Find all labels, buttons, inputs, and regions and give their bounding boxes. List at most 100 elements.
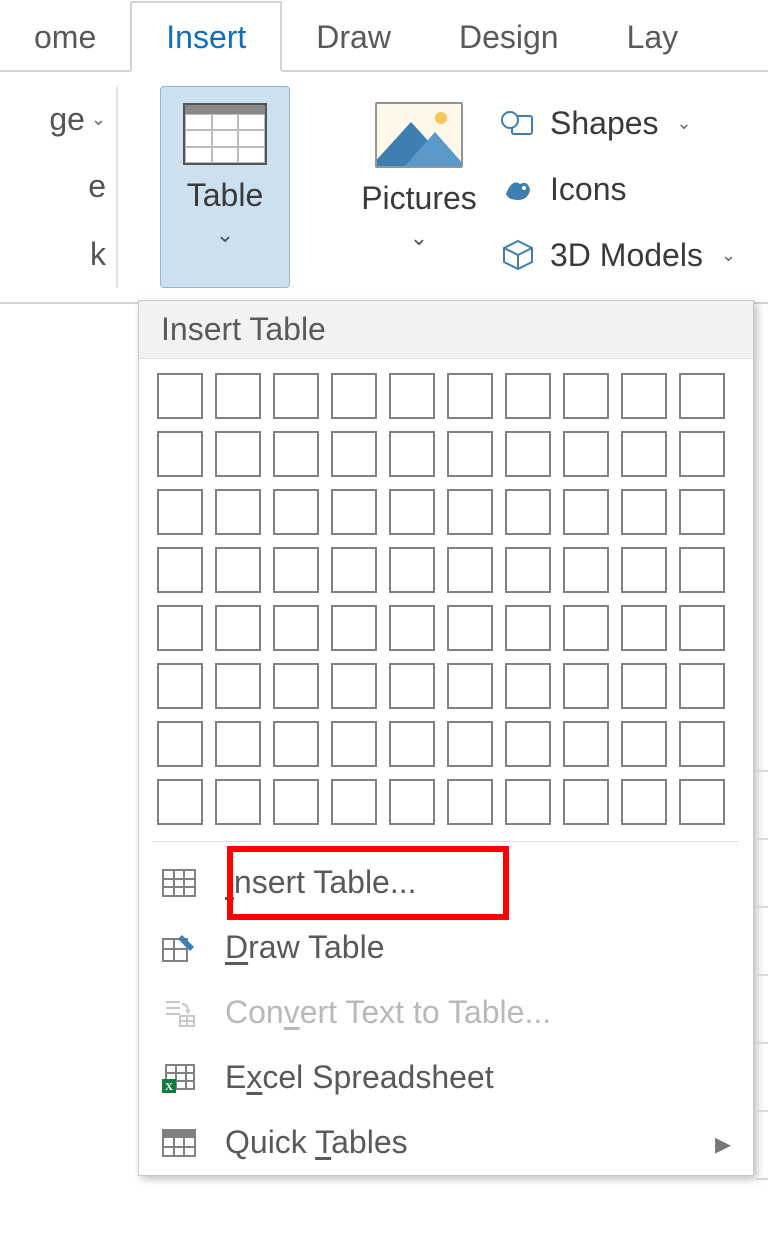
grid-cell[interactable] — [505, 489, 551, 535]
chevron-down-icon: ⌄ — [677, 113, 692, 134]
submenu-arrow-icon: ▸ — [715, 1124, 731, 1162]
grid-cell[interactable] — [505, 721, 551, 767]
tab-insert[interactable]: Insert — [130, 1, 282, 72]
grid-cell[interactable] — [563, 431, 609, 477]
grid-cell[interactable] — [505, 663, 551, 709]
grid-cell[interactable] — [447, 547, 493, 593]
grid-cell[interactable] — [157, 431, 203, 477]
grid-cell[interactable] — [679, 489, 725, 535]
grid-cell[interactable] — [563, 489, 609, 535]
grid-cell[interactable] — [447, 779, 493, 825]
grid-cell[interactable] — [563, 373, 609, 419]
grid-cell[interactable] — [157, 373, 203, 419]
menu-excel-spreadsheet[interactable]: X Excel Spreadsheet — [139, 1045, 753, 1110]
menu-insert-table[interactable]: Insert Table... — [139, 850, 753, 915]
grid-cell[interactable] — [273, 605, 319, 651]
grid-cell[interactable] — [621, 489, 667, 535]
grid-cell[interactable] — [621, 779, 667, 825]
table-size-grid[interactable] — [139, 359, 753, 837]
grid-cell[interactable] — [273, 663, 319, 709]
grid-cell[interactable] — [215, 779, 261, 825]
grid-cell[interactable] — [389, 663, 435, 709]
grid-cell[interactable] — [621, 431, 667, 477]
grid-cell[interactable] — [273, 431, 319, 477]
grid-cell[interactable] — [563, 779, 609, 825]
grid-cell[interactable] — [215, 431, 261, 477]
pages-text-2: e — [88, 168, 106, 205]
grid-cell[interactable] — [331, 779, 377, 825]
grid-cell[interactable] — [563, 721, 609, 767]
grid-cell[interactable] — [621, 721, 667, 767]
grid-cell[interactable] — [621, 605, 667, 651]
grid-cell[interactable] — [157, 605, 203, 651]
grid-cell[interactable] — [215, 663, 261, 709]
grid-cell[interactable] — [331, 547, 377, 593]
grid-cell[interactable] — [447, 431, 493, 477]
grid-cell[interactable] — [505, 605, 551, 651]
grid-cell[interactable] — [505, 431, 551, 477]
grid-cell[interactable] — [621, 373, 667, 419]
grid-cell[interactable] — [331, 431, 377, 477]
grid-cell[interactable] — [389, 721, 435, 767]
grid-cell[interactable] — [157, 547, 203, 593]
grid-cell[interactable] — [215, 605, 261, 651]
grid-cell[interactable] — [215, 489, 261, 535]
grid-cell[interactable] — [331, 373, 377, 419]
grid-cell[interactable] — [679, 721, 725, 767]
tab-home[interactable]: ome — [0, 3, 130, 70]
grid-cell[interactable] — [505, 779, 551, 825]
grid-cell[interactable] — [389, 779, 435, 825]
grid-cell[interactable] — [679, 779, 725, 825]
grid-cell[interactable] — [679, 373, 725, 419]
table-button[interactable]: Table ⌄ — [160, 86, 290, 288]
grid-cell[interactable] — [505, 547, 551, 593]
grid-cell[interactable] — [505, 373, 551, 419]
menu-quick-tables[interactable]: Quick Tables ▸ — [139, 1110, 753, 1175]
tab-draw[interactable]: Draw — [282, 3, 425, 70]
grid-cell[interactable] — [621, 663, 667, 709]
pictures-button[interactable]: Pictures ⌄ — [344, 86, 494, 288]
grid-cell[interactable] — [447, 489, 493, 535]
grid-cell[interactable] — [389, 373, 435, 419]
grid-cell[interactable] — [389, 605, 435, 651]
grid-cell[interactable] — [621, 547, 667, 593]
grid-cell[interactable] — [679, 663, 725, 709]
grid-cell[interactable] — [273, 373, 319, 419]
grid-cell[interactable] — [215, 547, 261, 593]
grid-cell[interactable] — [331, 663, 377, 709]
tab-layout[interactable]: Lay — [593, 3, 713, 70]
grid-cell[interactable] — [331, 489, 377, 535]
grid-cell[interactable] — [447, 373, 493, 419]
grid-cell[interactable] — [679, 431, 725, 477]
grid-cell[interactable] — [389, 489, 435, 535]
quick-tables-icon — [161, 1129, 197, 1157]
grid-cell[interactable] — [273, 779, 319, 825]
grid-cell[interactable] — [679, 605, 725, 651]
grid-cell[interactable] — [273, 547, 319, 593]
grid-cell[interactable] — [447, 721, 493, 767]
grid-cell[interactable] — [447, 605, 493, 651]
grid-cell[interactable] — [157, 721, 203, 767]
grid-cell[interactable] — [331, 605, 377, 651]
grid-cell[interactable] — [215, 721, 261, 767]
tab-design[interactable]: Design — [425, 3, 593, 70]
3d-models-button[interactable]: 3D Models ⌄ — [500, 233, 736, 278]
grid-cell[interactable] — [273, 721, 319, 767]
icons-button[interactable]: Icons — [500, 167, 736, 212]
grid-cell[interactable] — [563, 605, 609, 651]
grid-cell[interactable] — [331, 721, 377, 767]
grid-cell[interactable] — [157, 663, 203, 709]
shapes-button[interactable]: Shapes ⌄ — [500, 101, 736, 146]
grid-cell[interactable] — [389, 431, 435, 477]
grid-cell[interactable] — [447, 663, 493, 709]
grid-cell[interactable] — [157, 779, 203, 825]
grid-cell[interactable] — [563, 663, 609, 709]
grid-cell[interactable] — [273, 489, 319, 535]
grid-cell[interactable] — [157, 489, 203, 535]
grid-cell[interactable] — [563, 547, 609, 593]
grid-cell[interactable] — [679, 547, 725, 593]
grid-cell[interactable] — [215, 373, 261, 419]
menu-draw-table[interactable]: Draw Table — [139, 915, 753, 980]
grid-cell[interactable] — [389, 547, 435, 593]
table-grid-icon — [161, 869, 197, 897]
